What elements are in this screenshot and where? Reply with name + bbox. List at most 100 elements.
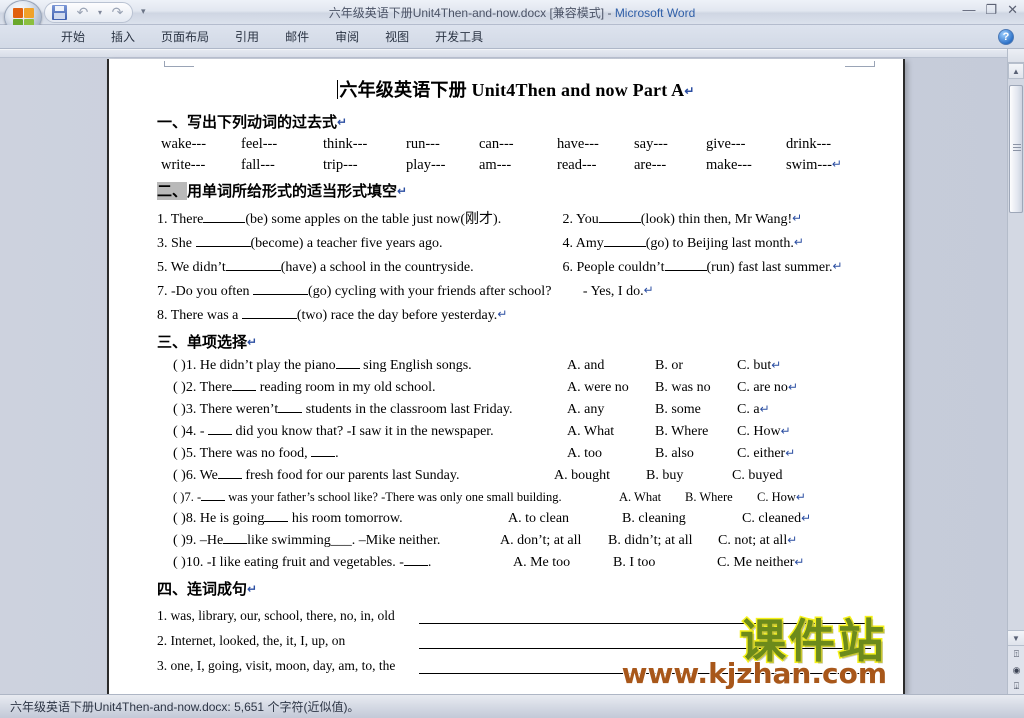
choice-option-c[interactable]: C. but xyxy=(737,358,771,374)
choice-option-b[interactable]: B. or xyxy=(655,358,737,374)
reorder-row: 1. was, library, our, school, there, no,… xyxy=(157,608,875,624)
choice-option-c[interactable]: C. How xyxy=(737,424,781,440)
choice-question: like swimming___. –Mike neither. xyxy=(247,533,441,548)
fill-blank-question: (look) thin then, Mr Wang! xyxy=(640,212,793,227)
choice-option-b[interactable]: B. I too xyxy=(613,555,717,571)
answer-line[interactable] xyxy=(419,663,871,674)
choice-option-b[interactable]: B. also xyxy=(655,446,737,462)
choice-marker[interactable]: ( )4. xyxy=(173,424,196,439)
choice-option-b[interactable]: B. buy xyxy=(646,468,732,484)
choice-marker[interactable]: ( )8. xyxy=(173,511,196,526)
minimize-button[interactable]: — xyxy=(962,3,975,17)
choice-option-b[interactable]: B. Where xyxy=(685,490,757,505)
previous-page-icon[interactable]: ⍐ xyxy=(1009,646,1024,662)
document-workspace: 六年级英语下册 Unit4Then and now Part A↵ 一、写出下列… xyxy=(0,49,1024,695)
pilcrow-icon: ↵ xyxy=(831,157,842,171)
verb-item: make--- xyxy=(706,157,752,173)
choice-option-a[interactable]: A. too xyxy=(567,446,655,462)
fill-blank-question: 6. People couldn’t xyxy=(562,260,665,275)
choice-option-b[interactable]: B. Where xyxy=(655,424,737,440)
choice-marker[interactable]: ( )3. xyxy=(173,402,196,417)
tab-developer[interactable]: 开发工具 xyxy=(422,25,496,48)
document-page[interactable]: 六年级英语下册 Unit4Then and now Part A↵ 一、写出下列… xyxy=(107,59,905,695)
verb-item: think--- xyxy=(323,136,368,152)
customize-qat-icon[interactable]: ▾ xyxy=(141,6,146,17)
verb-item: read--- xyxy=(557,157,597,173)
choice-question: . xyxy=(335,446,339,461)
restore-button[interactable]: ❐ xyxy=(985,3,997,17)
choice-option-c[interactable]: C. either xyxy=(737,446,785,462)
tab-mailings[interactable]: 邮件 xyxy=(272,25,322,48)
save-icon[interactable] xyxy=(52,5,67,20)
fill-blank-question: 2. You xyxy=(562,212,599,227)
choice-option-a[interactable]: A. and xyxy=(567,358,655,374)
choice-option-a[interactable]: A. to clean xyxy=(508,511,622,527)
answer-line[interactable] xyxy=(419,638,871,649)
choice-option-c[interactable]: C. not; at all xyxy=(718,533,787,549)
tab-page-layout[interactable]: 页面布局 xyxy=(148,25,222,48)
tab-home[interactable]: 开始 xyxy=(48,25,98,48)
close-button[interactable]: ✕ xyxy=(1007,3,1018,17)
next-page-icon[interactable]: ⍗ xyxy=(1009,678,1024,694)
choice-question: We xyxy=(199,468,218,483)
choice-row: ( )7. - was your father’s school like? -… xyxy=(157,490,875,505)
choice-option-c[interactable]: C. cleaned xyxy=(742,511,801,527)
choice-marker[interactable]: ( )7. xyxy=(173,490,194,504)
window-title: 六年级英语下册Unit4Then-and-now.docx [兼容模式] - M… xyxy=(0,4,1024,21)
split-window-handle[interactable] xyxy=(1008,49,1024,63)
choice-question: . xyxy=(427,555,432,570)
scrollbar-thumb[interactable] xyxy=(1009,85,1023,213)
pilcrow-icon: ↵ xyxy=(792,211,803,225)
document-body[interactable]: 六年级英语下册 Unit4Then and now Part A↵ 一、写出下列… xyxy=(109,67,903,687)
scrollbar-track[interactable] xyxy=(1008,79,1024,630)
choice-option-a[interactable]: A. any xyxy=(567,402,655,418)
tab-insert[interactable]: 插入 xyxy=(98,25,148,48)
choice-option-a[interactable]: A. Me too xyxy=(513,555,613,571)
redo-icon[interactable]: ↷ xyxy=(110,5,125,20)
window-title-app: Microsoft Word xyxy=(614,6,696,20)
vertical-scrollbar[interactable]: ▲ ▼ ⍐ ◉ ⍗ xyxy=(1007,49,1024,694)
fill-blank-row: 5. We didn’t (have) a school in the count… xyxy=(157,259,875,276)
choice-option-a[interactable]: A. What xyxy=(567,424,655,440)
choice-option-b[interactable]: B. was no xyxy=(655,380,737,396)
reorder-words: 3. one, I, going, visit, moon, day, am, … xyxy=(157,658,396,673)
verb-item: can--- xyxy=(479,136,514,152)
choice-question: - xyxy=(196,490,202,504)
tab-review[interactable]: 审阅 xyxy=(322,25,372,48)
choice-option-a[interactable]: A. were no xyxy=(567,380,655,396)
window-controls: — ❐ ✕ xyxy=(962,3,1018,17)
choice-option-c[interactable]: C. Me neither xyxy=(717,555,794,571)
choice-marker[interactable]: ( )5. xyxy=(173,446,196,461)
choice-marker[interactable]: ( )6. xyxy=(173,468,196,483)
answer-line[interactable] xyxy=(419,613,871,624)
undo-icon[interactable]: ↶ xyxy=(75,5,90,20)
help-icon[interactable]: ? xyxy=(998,29,1014,45)
select-browse-object-icon[interactable]: ◉ xyxy=(1009,662,1024,678)
choice-option-c[interactable]: C. are no xyxy=(737,380,788,396)
choice-option-c[interactable]: C. a xyxy=(737,402,760,418)
tab-view[interactable]: 视图 xyxy=(372,25,422,48)
scroll-down-button[interactable]: ▼ xyxy=(1008,630,1024,646)
verb-row-1: wake--- feel--- think--- run--- can--- h… xyxy=(157,136,875,153)
scroll-up-button[interactable]: ▲ xyxy=(1008,63,1024,79)
reorder-row: 2. Internet, looked, the, it, I, up, on xyxy=(157,633,875,649)
choice-option-c[interactable]: C. buyed xyxy=(732,468,783,484)
choice-option-b[interactable]: B. some xyxy=(655,402,737,418)
choice-marker[interactable]: ( )1. xyxy=(173,358,196,373)
choice-marker[interactable]: ( )2. xyxy=(173,380,196,395)
choice-option-b[interactable]: B. cleaning xyxy=(622,511,742,527)
choice-option-a[interactable]: A. What xyxy=(619,490,685,505)
choice-marker[interactable]: ( )9. xyxy=(173,533,196,548)
ruler[interactable] xyxy=(0,50,1024,58)
undo-dropdown-icon[interactable]: ▾ xyxy=(98,8,102,17)
choice-option-a[interactable]: A. bought xyxy=(554,468,646,484)
verb-row-2: write--- fall--- trip--- play--- am--- r… xyxy=(157,157,875,174)
choice-option-b[interactable]: B. didn’t; at all xyxy=(608,533,718,549)
choice-question: He didn’t play the piano xyxy=(199,358,336,373)
reorder-words: 1. was, library, our, school, there, no,… xyxy=(157,608,395,623)
choice-marker[interactable]: ( )10. xyxy=(173,555,203,570)
choice-option-c[interactable]: C. How xyxy=(757,490,796,505)
choice-option-a[interactable]: A. don’t; at all xyxy=(500,533,608,549)
tab-references[interactable]: 引用 xyxy=(222,25,272,48)
fill-blank-question: (go) to Beijing last month. xyxy=(645,236,794,251)
